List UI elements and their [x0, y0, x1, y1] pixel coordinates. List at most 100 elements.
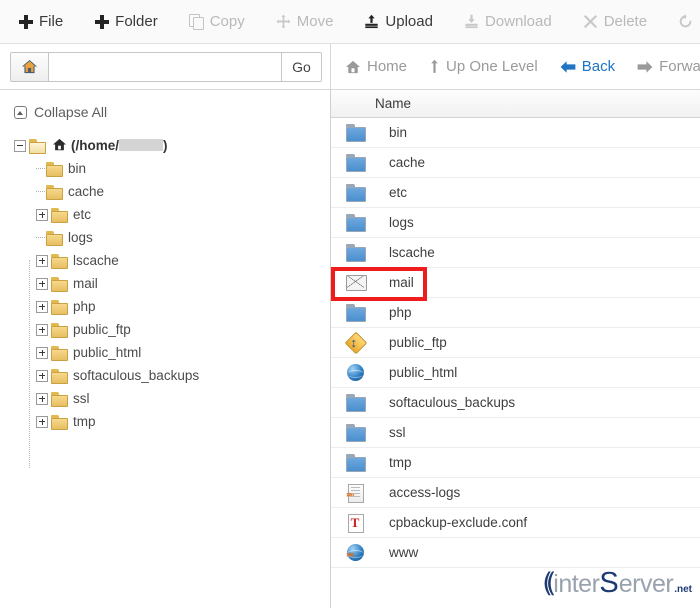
- collapse-icon: [14, 106, 27, 119]
- tree-item-label: public_html: [73, 345, 141, 360]
- file-name: public_html: [389, 365, 457, 380]
- new-file-button[interactable]: File: [14, 9, 76, 34]
- table-row[interactable]: tmp: [331, 448, 700, 478]
- home-icon-button[interactable]: [11, 53, 49, 81]
- nav-up-one-level-button[interactable]: Up One Level: [429, 58, 538, 75]
- table-row[interactable]: cpbackup-exclude.conf: [331, 508, 700, 538]
- tree-node-lscache[interactable]: lscache: [36, 249, 330, 272]
- new-folder-button[interactable]: Folder: [90, 9, 171, 34]
- folder-icon: [46, 162, 63, 175]
- column-header-name[interactable]: Name: [375, 96, 411, 111]
- tree-item-label: cache: [68, 184, 104, 199]
- table-row[interactable]: php: [331, 298, 700, 328]
- file-name: tmp: [389, 455, 412, 470]
- file-name: public_ftp: [389, 335, 447, 350]
- text-file-icon: [345, 513, 367, 532]
- arrow-right-icon: [637, 60, 653, 74]
- tree-node-cache[interactable]: cache: [36, 180, 330, 203]
- file-name: php: [389, 305, 412, 320]
- folder-icon: [345, 123, 367, 142]
- tree-node-public-html[interactable]: public_html: [36, 341, 330, 364]
- table-row[interactable]: public_html: [331, 358, 700, 388]
- nav-forward-button[interactable]: Forward: [637, 58, 700, 75]
- logo-s: S: [599, 569, 618, 598]
- collapse-all-button[interactable]: Collapse All: [14, 104, 330, 120]
- table-row[interactable]: lscache: [331, 238, 700, 268]
- delete-label: Delete: [604, 13, 647, 30]
- tree-expand-toggle[interactable]: [36, 209, 48, 221]
- home-icon: [345, 60, 361, 74]
- tree-expand-toggle[interactable]: [36, 347, 48, 359]
- navigation-buttons: Home Up One Level Back Forward: [330, 44, 700, 89]
- ftp-icon: [345, 333, 367, 352]
- folder-icon: [51, 346, 68, 359]
- folder-icon: [51, 254, 68, 267]
- file-name: softaculous_backups: [389, 395, 515, 410]
- document-icon: »»: [345, 483, 367, 502]
- folder-icon: [345, 153, 367, 172]
- restore-button: Restore: [674, 9, 700, 34]
- file-name: etc: [389, 185, 407, 200]
- tree-item-label: bin: [68, 161, 86, 176]
- delete-icon: [583, 14, 598, 29]
- tree-collapse-toggle-root[interactable]: [14, 140, 26, 152]
- tree-expand-toggle[interactable]: [36, 370, 48, 382]
- path-input[interactable]: [49, 53, 281, 81]
- upload-button[interactable]: Upload: [360, 9, 446, 34]
- table-row[interactable]: logs: [331, 208, 700, 238]
- folder-icon: [51, 415, 68, 428]
- logo-erver: erver: [619, 572, 673, 597]
- tree-node-mail[interactable]: mail: [36, 272, 330, 295]
- folder-icon: [51, 369, 68, 382]
- copy-button: Copy: [185, 9, 258, 34]
- copy-icon: [189, 14, 204, 29]
- collapse-all-label: Collapse All: [34, 104, 107, 120]
- logo-tld: .net: [674, 585, 692, 595]
- folder-icon: [345, 183, 367, 202]
- table-row[interactable]: cache: [331, 148, 700, 178]
- home-icon: [52, 138, 67, 154]
- tree-item-label: etc: [73, 207, 91, 222]
- nav-home-button[interactable]: Home: [345, 58, 407, 75]
- table-row[interactable]: »» www: [331, 538, 700, 568]
- tree-node-softaculous-backups[interactable]: softaculous_backups: [36, 364, 330, 387]
- table-row[interactable]: ssl: [331, 418, 700, 448]
- nav-back-button[interactable]: Back: [560, 58, 615, 75]
- interserver-logo: (( inter S erver .net: [542, 569, 692, 598]
- tree-node-tmp[interactable]: tmp: [36, 410, 330, 433]
- tree-node-bin[interactable]: bin: [36, 157, 330, 180]
- table-row-mail-highlighted[interactable]: mail: [331, 268, 700, 298]
- tree-node-home-root[interactable]: (/home/): [14, 134, 330, 157]
- tree-node-logs[interactable]: logs: [36, 226, 330, 249]
- tree-item-label: mail: [73, 276, 98, 291]
- table-row[interactable]: »» access-logs: [331, 478, 700, 508]
- tree-guideline: [29, 260, 30, 468]
- address-bar-container: Go: [0, 44, 330, 89]
- table-row[interactable]: etc: [331, 178, 700, 208]
- tree-expand-toggle[interactable]: [36, 255, 48, 267]
- nav-home-label: Home: [367, 58, 407, 75]
- go-button[interactable]: Go: [281, 53, 321, 81]
- symlink-indicator-icon: »»: [346, 550, 353, 559]
- content-split: Collapse All (/home/) bin: [0, 90, 700, 608]
- arrow-left-icon: [560, 60, 576, 74]
- table-row[interactable]: public_ftp: [331, 328, 700, 358]
- tree-item-label: ssl: [73, 391, 90, 406]
- tree-expand-toggle[interactable]: [36, 301, 48, 313]
- table-row[interactable]: softaculous_backups: [331, 388, 700, 418]
- tree-expand-toggle[interactable]: [36, 393, 48, 405]
- tree-node-etc[interactable]: etc: [36, 203, 330, 226]
- tree-node-ssl[interactable]: ssl: [36, 387, 330, 410]
- folder-icon: [51, 208, 68, 221]
- tree-node-php[interactable]: php: [36, 295, 330, 318]
- tree-expand-toggle[interactable]: [36, 416, 48, 428]
- logo-inter: inter: [553, 572, 599, 597]
- move-label: Move: [297, 13, 334, 30]
- tree-expand-toggle[interactable]: [36, 278, 48, 290]
- folder-icon: [51, 300, 68, 313]
- plus-icon: [94, 14, 109, 29]
- tree-node-public-ftp[interactable]: public_ftp: [36, 318, 330, 341]
- file-name: cache: [389, 155, 425, 170]
- table-row[interactable]: bin: [331, 118, 700, 148]
- tree-expand-toggle[interactable]: [36, 324, 48, 336]
